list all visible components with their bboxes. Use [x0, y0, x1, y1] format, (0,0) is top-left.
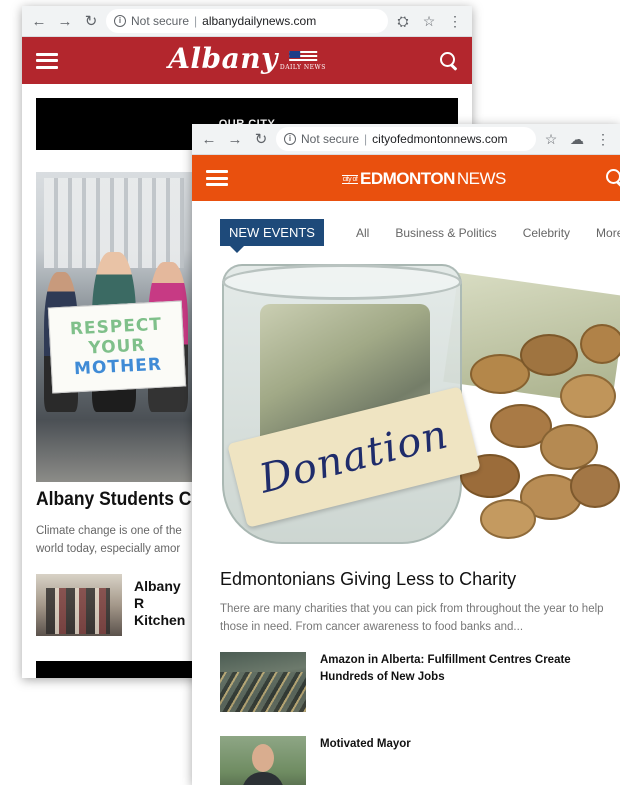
- security-label: Not secure: [131, 14, 190, 28]
- hamburger-icon[interactable]: [36, 52, 58, 69]
- article-summary: There are many charities that you can pi…: [220, 603, 604, 633]
- albany-logo[interactable]: Albany DAILY NEWS: [168, 41, 326, 77]
- logo-word: Albany: [168, 42, 278, 75]
- related-article[interactable]: Amazon in Alberta: Fulfillment Centres C…: [220, 652, 620, 712]
- tab-more-label: More: [596, 225, 620, 240]
- url-text[interactable]: cityofedmontonnews.com: [372, 132, 507, 146]
- extension-icon[interactable]: ☁: [566, 128, 588, 150]
- tab-all[interactable]: All: [356, 226, 369, 240]
- url-separator: |: [364, 132, 368, 146]
- article-summary: Climate change is one of the world today…: [36, 525, 182, 555]
- tab-celebrity[interactable]: Celebrity: [523, 226, 570, 240]
- related-article[interactable]: Albany R Kitchen: [36, 574, 194, 636]
- menu-dots-icon[interactable]: ⋮: [444, 10, 466, 32]
- article-photo[interactable]: RESPECT YOUR MOTHER: [36, 172, 196, 482]
- albany-toolbar: ← → ↻ i Not secure | albanydailynews.com…: [22, 6, 472, 37]
- category-tabs: NEW EVENTS All Business & Politics Celeb…: [220, 219, 620, 253]
- hero-coin: [580, 324, 620, 364]
- search-icon[interactable]: [606, 169, 620, 187]
- url-text[interactable]: albanydailynews.com: [202, 14, 316, 28]
- search-icon[interactable]: [440, 51, 458, 70]
- article-title[interactable]: Albany Students C: [36, 489, 191, 511]
- tab-business-politics[interactable]: Business & Politics: [395, 226, 496, 240]
- related-title[interactable]: Albany R Kitchen: [134, 578, 194, 636]
- hamburger-icon[interactable]: [206, 170, 228, 186]
- edmonton-address-bar[interactable]: i Not secure | cityofedmontonnews.com: [276, 127, 536, 151]
- reload-icon[interactable]: ↻: [250, 128, 272, 150]
- related-thumbnail[interactable]: [36, 574, 122, 636]
- edmonton-site-header: city of EDMONTON NEWS: [192, 155, 620, 201]
- translate-icon[interactable]: ⛭: [392, 10, 414, 32]
- back-arrow-icon[interactable]: ←: [28, 10, 50, 32]
- hero-image[interactable]: Donation: [220, 264, 620, 554]
- logo-light: NEWS: [456, 169, 507, 188]
- star-icon[interactable]: ☆: [418, 10, 440, 32]
- menu-dots-icon[interactable]: ⋮: [592, 128, 614, 150]
- edmonton-logo[interactable]: city of EDMONTON NEWS: [342, 169, 506, 189]
- tab-more[interactable]: More: [596, 226, 620, 240]
- hero-coin: [520, 334, 578, 376]
- sign-line: RESPECT: [69, 314, 163, 340]
- related-thumbnail[interactable]: [220, 652, 306, 712]
- protest-sign: RESPECT YOUR MOTHER: [47, 300, 187, 394]
- hero-coin: [540, 424, 598, 470]
- hero-coin: [560, 374, 616, 418]
- forward-arrow-icon[interactable]: →: [54, 10, 76, 32]
- back-arrow-icon[interactable]: ←: [198, 128, 220, 150]
- forward-arrow-icon[interactable]: →: [224, 128, 246, 150]
- sign-line: MOTHER: [73, 354, 163, 380]
- star-icon[interactable]: ☆: [540, 128, 562, 150]
- new-events-badge[interactable]: NEW EVENTS: [220, 219, 324, 253]
- albany-site-header: Albany DAILY NEWS: [22, 37, 472, 84]
- security-label: Not secure: [301, 132, 360, 146]
- related-thumbnail[interactable]: [220, 736, 306, 785]
- logo-bold: EDMONTON: [360, 169, 455, 188]
- flag-icon: [288, 51, 317, 63]
- hero-coin: [480, 499, 536, 539]
- related-title[interactable]: Motivated Mayor: [320, 736, 620, 785]
- reload-icon[interactable]: ↻: [80, 10, 102, 32]
- article-title[interactable]: Edmontonians Giving Less to Charity: [220, 569, 516, 590]
- edmonton-browser-window: ← → ↻ i Not secure | cityofedmontonnews.…: [192, 124, 620, 785]
- logo-badge: DAILY NEWS: [280, 51, 326, 71]
- info-icon[interactable]: i: [284, 133, 296, 145]
- info-icon[interactable]: i: [114, 15, 126, 27]
- logo-prefix: city of: [342, 174, 358, 184]
- related-article[interactable]: Motivated Mayor: [220, 736, 620, 785]
- edmonton-toolbar: ← → ↻ i Not secure | cityofedmontonnews.…: [192, 124, 620, 155]
- related-title[interactable]: Amazon in Alberta: Fulfillment Centres C…: [320, 652, 620, 712]
- url-separator: |: [194, 14, 198, 28]
- hero-coin: [570, 464, 620, 508]
- logo-subtitle: DAILY NEWS: [279, 64, 326, 71]
- hero-jar-rim: [222, 264, 462, 300]
- albany-address-bar[interactable]: i Not secure | albanydailynews.com: [106, 9, 388, 33]
